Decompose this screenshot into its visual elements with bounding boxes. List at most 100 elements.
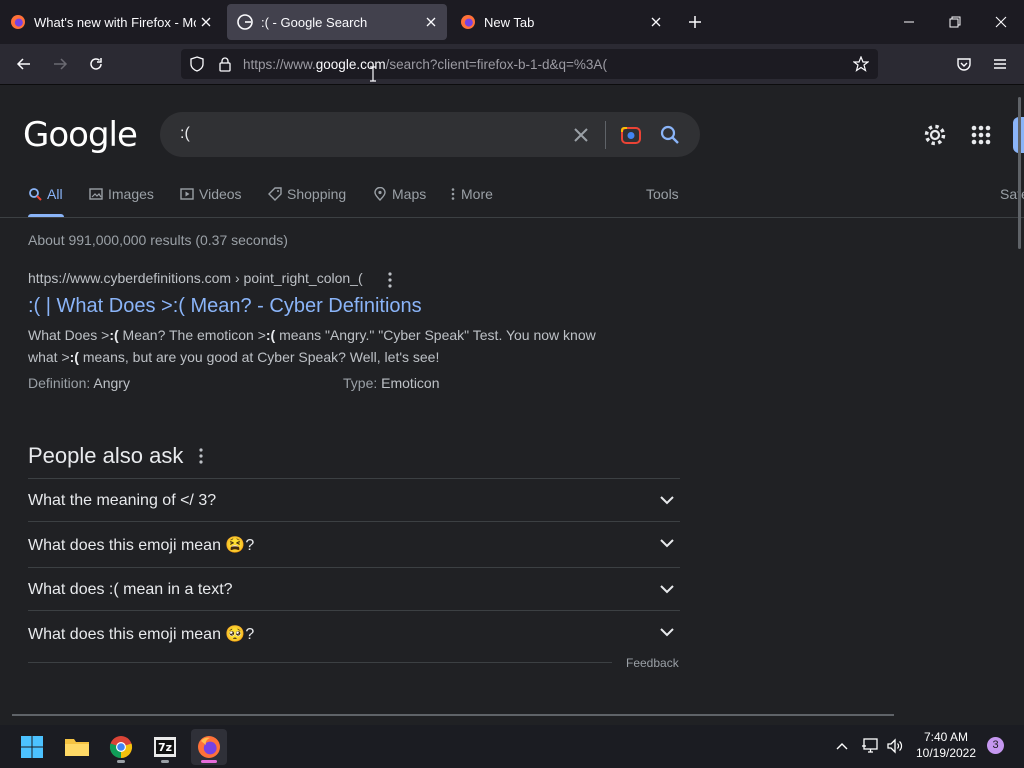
shield-icon[interactable] [189, 56, 205, 72]
chevron-down-icon [660, 585, 674, 594]
windows-taskbar: 7z 7:40 AM 10/19/2022 3 [0, 725, 1024, 768]
restore-icon [949, 16, 961, 28]
reload-icon [90, 58, 102, 70]
tools-button[interactable]: Tools [646, 186, 679, 202]
question-text: What does this emoji mean 🥺? [28, 626, 255, 643]
back-button[interactable] [10, 50, 38, 78]
image-icon [89, 188, 103, 200]
tab-title: What's new with Firefox - More [34, 14, 196, 30]
tab-images[interactable]: Images [89, 186, 154, 202]
google-lens-icon[interactable] [619, 123, 643, 147]
google-results-page: Google :( All Images Videos Shopping Map… [0, 85, 1024, 725]
address-bar[interactable]: https://www.google.com/search?client=fir… [181, 49, 878, 79]
notification-badge[interactable]: 3 [987, 737, 1004, 754]
search-input[interactable]: :( [180, 125, 190, 143]
search-box[interactable]: :( [160, 112, 700, 157]
running-indicator [161, 760, 169, 763]
page-scrollbar[interactable] [1018, 97, 1021, 249]
chevron-up-icon[interactable] [835, 739, 849, 753]
hamburger-icon [994, 59, 1006, 69]
question-text: What does :( mean in a text? [28, 581, 233, 598]
new-tab-button[interactable] [681, 8, 709, 36]
search-icon [29, 188, 42, 201]
apps-grid-icon[interactable] [968, 122, 994, 148]
system-clock[interactable]: 7:40 AM 10/19/2022 [910, 729, 982, 761]
taskbar-file-explorer[interactable] [59, 729, 95, 765]
restore-button[interactable] [941, 8, 969, 36]
arrow-left-icon [16, 58, 30, 70]
chrome-icon [109, 736, 133, 759]
chevron-down-icon [660, 628, 674, 637]
minimize-icon [904, 21, 914, 23]
close-tab-icon[interactable] [646, 12, 666, 32]
pocket-button[interactable] [950, 50, 978, 78]
running-indicator [201, 760, 217, 763]
fact-definition: Definition: Angry [28, 375, 130, 391]
divider [28, 662, 612, 663]
pocket-icon [957, 58, 971, 71]
firefox-icon [461, 15, 475, 29]
taskbar-7zip[interactable]: 7z [147, 729, 183, 765]
paa-question[interactable]: What does :( mean in a text? [28, 567, 680, 611]
taskbar-chrome[interactable] [103, 729, 139, 765]
tab-label: Maps [392, 186, 427, 202]
search-divider [605, 121, 606, 149]
search-icon[interactable] [658, 123, 682, 147]
running-indicator [117, 760, 125, 763]
taskbar-firefox[interactable] [191, 729, 227, 765]
result-url[interactable]: https://www.cyberdefinitions.com › point… [28, 270, 363, 286]
start-button[interactable] [14, 729, 50, 765]
forward-button[interactable] [46, 50, 74, 78]
volume-icon[interactable] [886, 737, 904, 755]
close-tab-icon[interactable] [421, 12, 441, 32]
result-title-link[interactable]: :( | What Does >:( Mean? - Cyber Definit… [28, 295, 422, 318]
paa-more-icon[interactable] [198, 447, 204, 465]
close-tab-icon[interactable] [196, 12, 216, 32]
video-icon [180, 188, 194, 200]
plus-icon [689, 16, 701, 28]
active-tab-indicator [28, 214, 64, 217]
star-icon[interactable] [853, 56, 869, 72]
reload-button[interactable] [82, 50, 110, 78]
result-stats: About 991,000,000 results (0.37 seconds) [28, 232, 288, 248]
paa-question[interactable]: What does this emoji mean 🥺? [28, 610, 680, 654]
clear-icon[interactable] [570, 124, 592, 146]
question-text: What the meaning of </ 3? [28, 492, 217, 509]
minimize-button[interactable] [895, 8, 923, 36]
navigation-toolbar: https://www.google.com/search?client=fir… [0, 44, 1024, 85]
menu-button[interactable] [986, 50, 1014, 78]
chevron-down-icon [660, 539, 674, 548]
windows-logo-icon [21, 736, 43, 758]
paa-question[interactable]: What the meaning of </ 3? [28, 478, 680, 522]
tab-all[interactable]: All [28, 186, 63, 202]
tab-shopping[interactable]: Shopping [268, 186, 346, 202]
google-logo[interactable]: Google [23, 115, 138, 155]
close-window-button[interactable] [987, 8, 1015, 36]
feedback-link[interactable]: Feedback [626, 656, 679, 670]
close-icon [995, 16, 1007, 28]
result-more-icon[interactable] [387, 271, 393, 289]
settings-gear-icon[interactable] [922, 122, 948, 148]
tab-title: New Tab [484, 14, 535, 30]
tab-videos[interactable]: Videos [180, 186, 242, 202]
tab-maps[interactable]: Maps [373, 186, 426, 202]
map-pin-icon [374, 187, 386, 201]
text-cursor-icon [370, 66, 376, 82]
result-snippet: What Does >:( Mean? The emoticon >:( mea… [28, 327, 596, 365]
tab-whats-new[interactable]: What's new with Firefox - More [0, 4, 222, 40]
tab-label: Videos [199, 186, 242, 202]
svg-text:7z: 7z [158, 741, 172, 754]
tab-title: :( - Google Search [261, 14, 368, 30]
tab-google-search[interactable]: :( - Google Search [227, 4, 447, 40]
paa-question[interactable]: What does this emoji mean 😫? [28, 521, 680, 565]
7zip-icon: 7z [154, 737, 176, 757]
arrow-right-icon [54, 58, 68, 70]
network-icon[interactable] [861, 737, 879, 755]
folder-icon [65, 739, 89, 756]
tab-new-tab[interactable]: New Tab [450, 4, 672, 40]
lock-icon[interactable] [217, 56, 233, 72]
tab-more[interactable]: More [450, 186, 493, 202]
tag-icon [268, 187, 282, 201]
url-text[interactable]: https://www.google.com/search?client=fir… [243, 57, 607, 72]
vertical-dots-icon [451, 188, 455, 200]
